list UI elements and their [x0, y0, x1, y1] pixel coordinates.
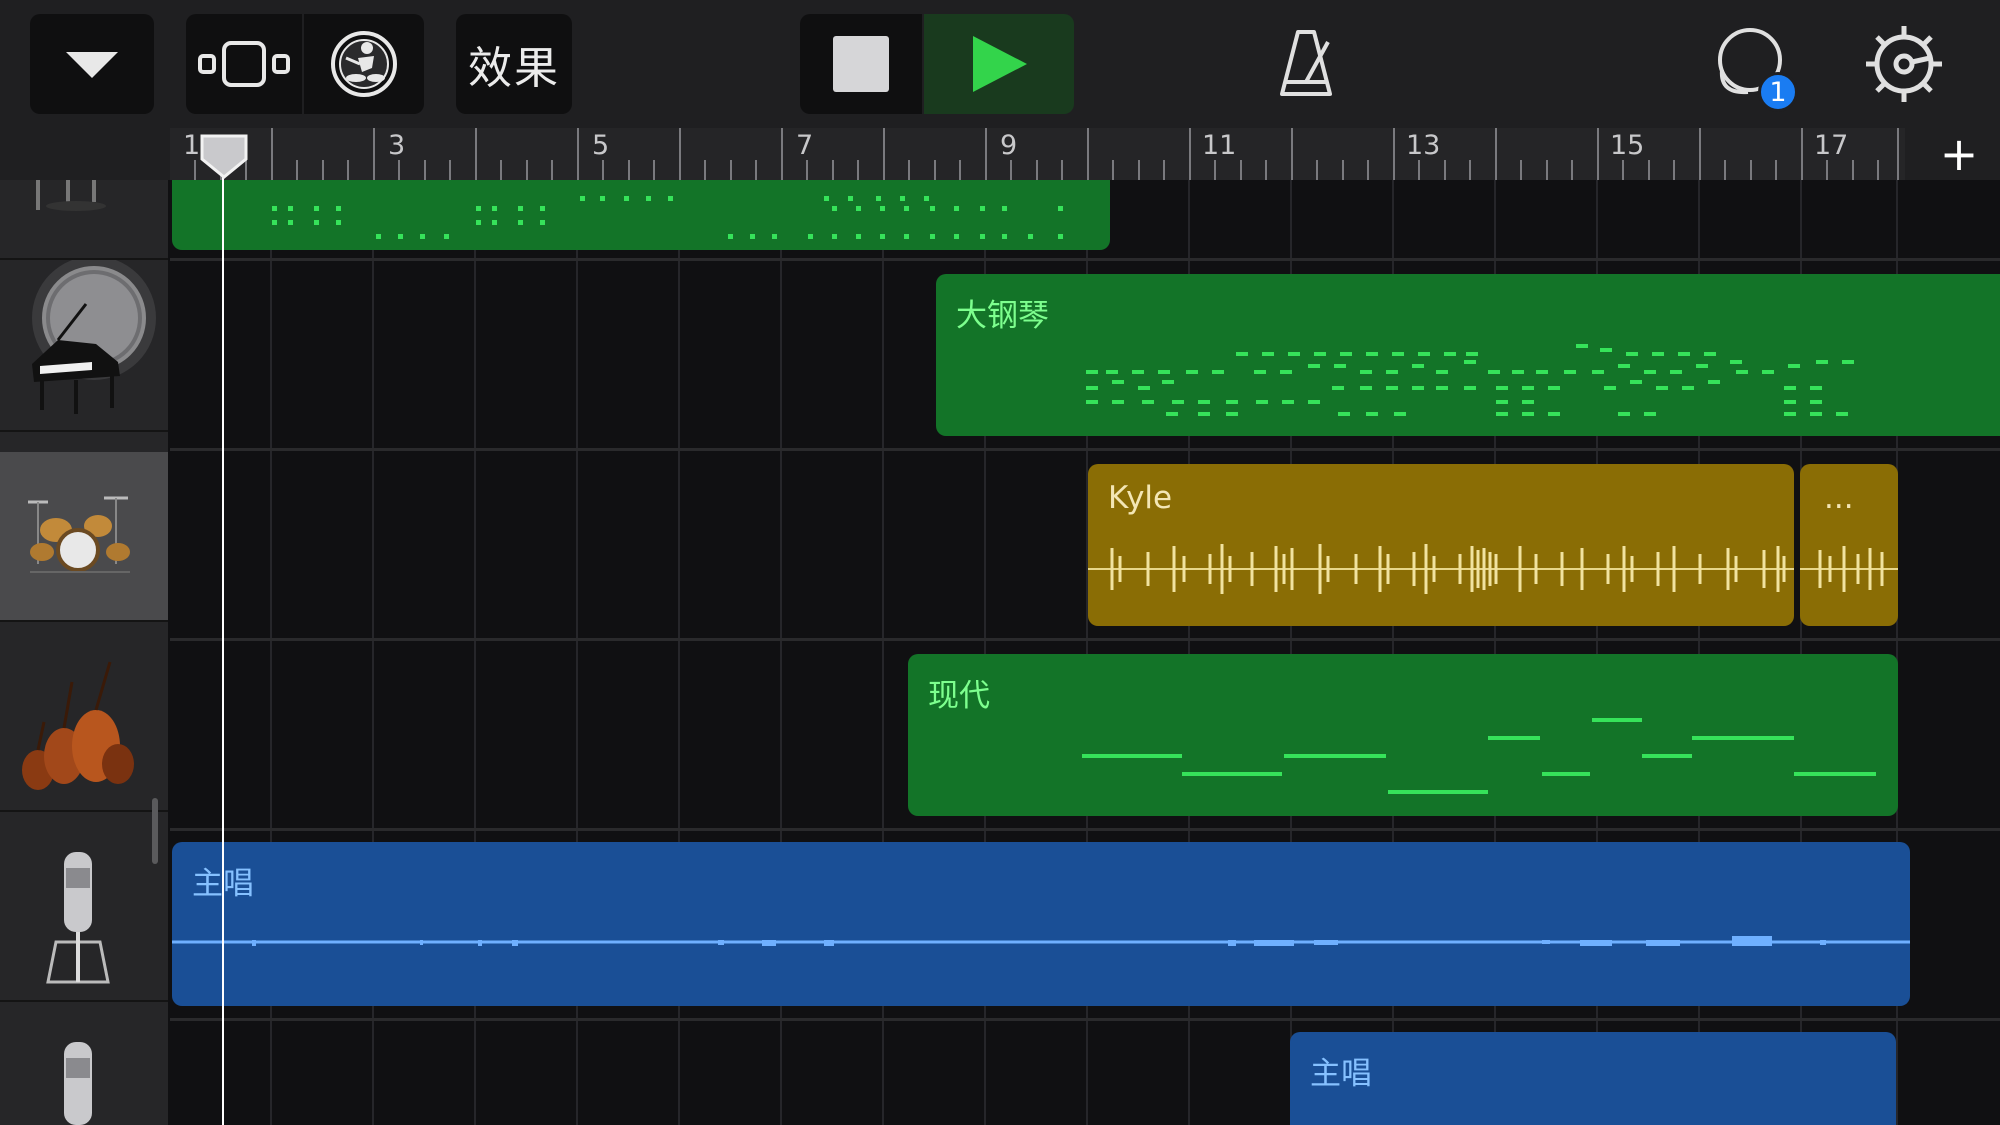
- track-header-drums-partial[interactable]: [0, 180, 168, 258]
- effects-button[interactable]: 效果: [456, 14, 572, 114]
- region-label: 主唱: [1310, 1056, 1372, 1092]
- track-header-strings[interactable]: [0, 642, 168, 810]
- play-icon: [973, 36, 1027, 92]
- garageband-tracks-view: 效果 1 1 3 5 7 9 11 13 15 17 + 大钢琴 Kyle ..…: [0, 0, 2000, 1125]
- track-headers: [0, 180, 168, 1125]
- drummer-waveform: [1088, 544, 1794, 594]
- strings-midi-region[interactable]: 现代: [908, 654, 1898, 816]
- tracks-view-icon: [198, 41, 290, 87]
- bar-number: 7: [796, 130, 814, 161]
- track-list-scrollbar[interactable]: [152, 798, 158, 864]
- strings-icon: [22, 661, 134, 790]
- microphone-icon: [64, 1042, 92, 1125]
- playhead-line: [222, 140, 224, 1125]
- track-header-vocals[interactable]: [0, 832, 168, 1000]
- playhead-handle-icon[interactable]: [199, 133, 249, 181]
- drummer-region-2[interactable]: ...: [1800, 464, 1898, 626]
- settings-button[interactable]: [1862, 22, 1946, 106]
- microphone-icon: [46, 852, 110, 984]
- midi-notes: [272, 196, 1063, 239]
- track-header-vocals-2[interactable]: [0, 1022, 168, 1125]
- metronome-button[interactable]: [1266, 24, 1346, 104]
- drum-kit-partial-icon: [36, 180, 106, 211]
- midi-notes: [1086, 344, 1854, 416]
- add-section-button[interactable]: +: [1938, 128, 1980, 180]
- ruler-bar-area[interactable]: 1 3 5 7 9 11 13 15 17: [170, 128, 1905, 180]
- drummer-region[interactable]: Kyle: [1088, 464, 1794, 626]
- bar-number: 13: [1406, 130, 1441, 161]
- region-label: 现代: [928, 678, 990, 714]
- chevron-down-icon: [66, 52, 118, 78]
- track-header-drummer[interactable]: [0, 452, 168, 620]
- bar-number: 5: [592, 130, 610, 161]
- bar-number: 17: [1814, 130, 1849, 161]
- bar-number: 11: [1202, 130, 1237, 161]
- metronome-icon: [1280, 30, 1332, 96]
- effects-label: 效果: [468, 43, 560, 94]
- tracks-grid[interactable]: 大钢琴 Kyle ... 现代 主唱 主唱: [170, 180, 2000, 1125]
- smart-controls-button[interactable]: [304, 14, 424, 114]
- vocals-audio-region[interactable]: 主唱: [172, 842, 1910, 1006]
- grand-piano-icon: [32, 260, 156, 414]
- audio-waveform: [172, 936, 1910, 946]
- timeline-ruler[interactable]: 1 3 5 7 9 11 13 15 17: [0, 128, 2000, 180]
- top-toolbar: 效果 1: [0, 0, 2000, 128]
- bar-number: 1: [183, 130, 201, 161]
- play-button[interactable]: [924, 14, 1074, 114]
- drummer-waveform: [1800, 546, 1898, 592]
- tracks-view-button[interactable]: [186, 14, 302, 114]
- stop-icon: [833, 36, 889, 92]
- ruler-ticks: [194, 128, 1899, 180]
- browser-dropdown-button[interactable]: [30, 14, 154, 114]
- track-header-piano[interactable]: [0, 260, 168, 430]
- bar-number: 9: [1000, 130, 1018, 161]
- notification-badge: 1: [1758, 72, 1798, 112]
- gear-icon: [1866, 26, 1942, 102]
- drum-kit-icon: [28, 496, 130, 573]
- drummer-icon: [331, 31, 397, 97]
- piano-midi-region[interactable]: 大钢琴: [936, 274, 2000, 436]
- drums-midi-region[interactable]: [172, 180, 1110, 250]
- vocals-audio-region-2[interactable]: 主唱: [1290, 1032, 1896, 1125]
- bar-number: 3: [388, 130, 406, 161]
- bar-number: 15: [1610, 130, 1645, 161]
- stop-button[interactable]: [800, 14, 922, 114]
